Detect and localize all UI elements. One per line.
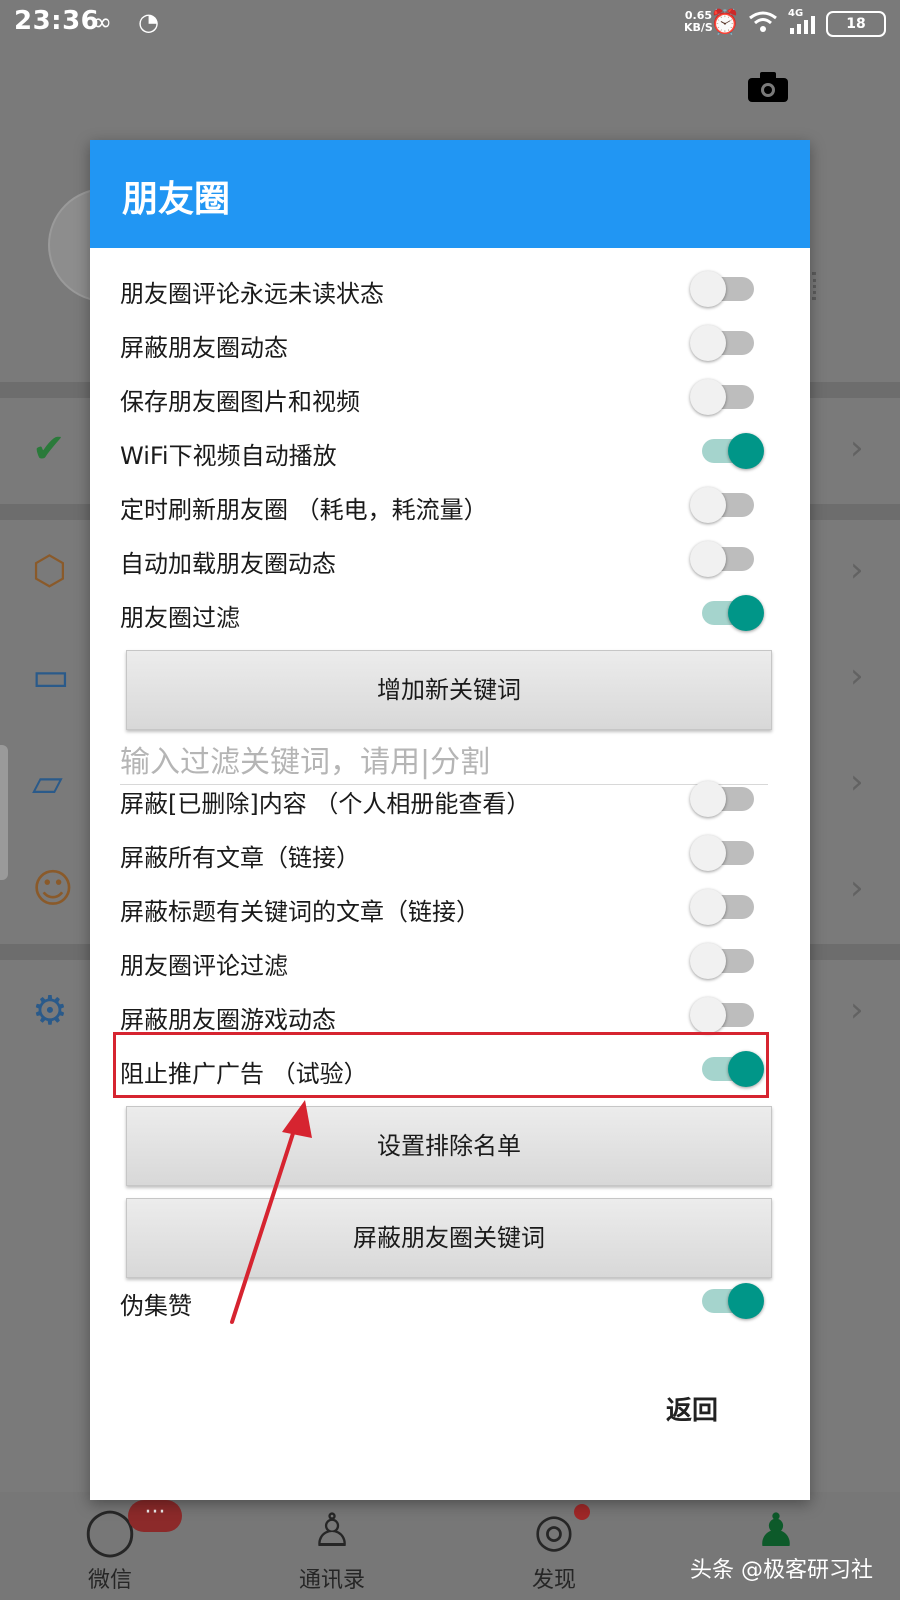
toggle-switch[interactable] <box>690 433 764 469</box>
setting-label: 自动加载朋友圈动态 <box>120 550 336 578</box>
nav-item-me: ♟ <box>696 1502 856 1558</box>
setting-row[interactable]: 朋友圈评论永远未读状态 <box>120 262 780 316</box>
setting-row[interactable]: 屏蔽标题有关键词的文章（链接） <box>120 880 780 934</box>
compass-icon: ◎ <box>533 1503 575 1557</box>
setting-row[interactable]: 屏蔽朋友圈动态 <box>120 316 780 370</box>
chevron-right-icon: › <box>850 762 864 802</box>
unread-badge: ··· <box>128 1500 182 1532</box>
setting-row[interactable]: 自动加载朋友圈动态 <box>120 532 780 586</box>
contacts-icon: ♙ <box>311 1503 353 1557</box>
setting-row[interactable]: 朋友圈过滤 <box>120 586 780 640</box>
setting-label: WiFi下视频自动播放 <box>120 442 337 470</box>
qq-icon: ◔ <box>138 8 159 36</box>
setting-label: 保存朋友圈图片和视频 <box>120 388 360 416</box>
cube-icon: ⬡ <box>32 548 67 594</box>
exclude-list-button[interactable]: 设置排除名单 <box>126 1106 772 1186</box>
status-bar: 23:36 ∞ ◔ 0.65 KB/S ⏰ 4G 18 <box>0 0 900 44</box>
chevron-right-icon: › <box>850 868 864 908</box>
nav-label: 发现 <box>531 1568 576 1593</box>
status-time: 23:36 <box>14 6 100 36</box>
setting-row[interactable]: WiFi下视频自动播放 <box>120 424 780 478</box>
setting-row[interactable]: 伪集赞 <box>120 1274 780 1328</box>
chevron-right-icon: › <box>850 428 864 468</box>
setting-label: 朋友圈评论永远未读状态 <box>120 280 384 308</box>
image-icon: ▭ <box>32 654 70 700</box>
toggle-switch[interactable] <box>690 325 764 361</box>
setting-label: 朋友圈评论过滤 <box>120 952 288 980</box>
setting-label: 屏蔽朋友圈动态 <box>120 334 288 362</box>
signal-icon <box>790 16 815 34</box>
setting-row[interactable]: 屏蔽所有文章（链接） <box>120 826 780 880</box>
setting-label: 朋友圈过滤 <box>120 604 240 632</box>
alarm-icon: ⏰ <box>710 8 740 36</box>
setting-label: 屏蔽朋友圈游戏动态 <box>120 1006 336 1034</box>
watermark: 头条 @极客研习社 <box>690 1558 873 1583</box>
toggle-switch[interactable] <box>690 1283 764 1319</box>
toggle-switch[interactable] <box>690 487 764 523</box>
chevron-right-icon: › <box>850 990 864 1030</box>
setting-row[interactable]: 朋友圈评论过滤 <box>120 934 780 988</box>
toggle-switch[interactable] <box>690 379 764 415</box>
infinity-icon: ∞ <box>92 8 112 36</box>
toggle-switch[interactable] <box>690 541 764 577</box>
toggle-switch[interactable] <box>690 781 764 817</box>
setting-label: 屏蔽所有文章（链接） <box>120 844 360 872</box>
toggle-switch[interactable] <box>690 997 764 1033</box>
setting-row[interactable]: 定时刷新朋友圈 （耗电，耗流量） <box>120 478 780 532</box>
chevron-right-icon: › <box>850 550 864 590</box>
highlight-box <box>113 1032 769 1098</box>
dialog-header: 朋友圈 <box>90 140 810 248</box>
setting-label: 伪集赞 <box>120 1292 192 1320</box>
setting-label: 屏蔽[已删除]内容 （个人相册能查看） <box>120 790 531 818</box>
chevron-right-icon: › <box>850 656 864 696</box>
camera-icon <box>748 72 788 102</box>
emoji-icon: ☺ <box>32 866 74 912</box>
card-icon: ▱ <box>32 760 63 806</box>
toggle-switch[interactable] <box>690 943 764 979</box>
notification-dot <box>574 1504 590 1520</box>
moments-settings-dialog: 朋友圈 朋友圈评论永远未读状态 屏蔽朋友圈动态 保存朋友圈图片和视频 WiFi下… <box>90 140 810 1500</box>
add-keyword-button[interactable]: 增加新关键词 <box>126 650 772 730</box>
toggle-switch[interactable] <box>690 835 764 871</box>
settings-gear-icon: ⚙ <box>32 988 68 1034</box>
speed-unit: KB/S <box>684 21 713 34</box>
me-icon: ♟ <box>755 1503 797 1557</box>
nav-label: 通讯录 <box>298 1568 365 1593</box>
block-keyword-button[interactable]: 屏蔽朋友圈关键词 <box>126 1198 772 1278</box>
network-speed: 0.65 KB/S <box>684 10 713 34</box>
setting-label: 屏蔽标题有关键词的文章（链接） <box>120 898 480 926</box>
nav-item-contacts: ♙ 通讯录 <box>252 1502 412 1594</box>
setting-row[interactable]: 保存朋友圈图片和视频 <box>120 370 780 424</box>
setting-row[interactable]: 屏蔽[已删除]内容 （个人相册能查看） <box>120 772 780 826</box>
wifi-icon <box>749 11 777 32</box>
toggle-switch[interactable] <box>690 595 764 631</box>
toggle-switch[interactable] <box>690 271 764 307</box>
nav-item-discover: ◎ 发现 <box>474 1502 634 1594</box>
nav-label: 微信 <box>87 1568 132 1593</box>
moments-icon: ✔ <box>32 426 66 472</box>
dialog-title: 朋友圈 <box>122 179 231 220</box>
side-drawer-handle <box>0 745 8 880</box>
toggle-switch[interactable] <box>690 889 764 925</box>
setting-label: 定时刷新朋友圈 （耗电，耗流量） <box>120 496 488 524</box>
return-button[interactable]: 返回 <box>666 1390 718 1427</box>
battery-indicator: 18 <box>826 11 886 37</box>
